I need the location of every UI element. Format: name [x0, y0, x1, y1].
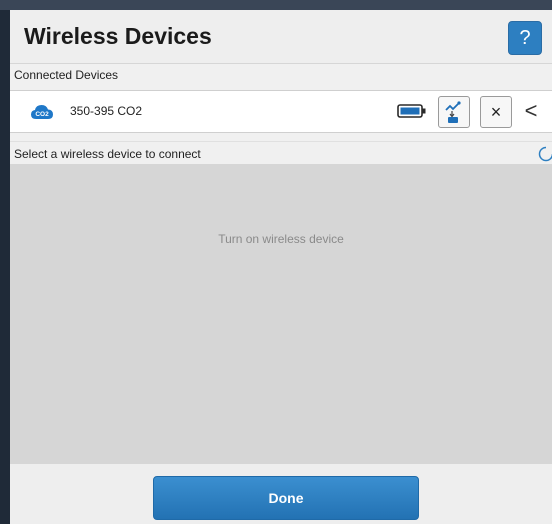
window-left-edge	[0, 10, 10, 524]
graph-transfer-button[interactable]	[438, 96, 470, 128]
select-device-header: Select a wireless device to connect	[10, 141, 552, 165]
co2-icon-label: CO2	[35, 111, 49, 118]
graph-transfer-icon	[445, 101, 461, 123]
select-device-label: Select a wireless device to connect	[14, 147, 201, 161]
back-chevron-button[interactable]: <	[518, 96, 544, 126]
disconnect-button[interactable]: ×	[480, 96, 512, 128]
window-top-strip	[0, 0, 552, 10]
turn-on-hint: Turn on wireless device	[218, 232, 344, 246]
device-name: 350-395 CO2	[70, 104, 143, 118]
dialog-header: Wireless Devices ?	[10, 10, 552, 64]
header-divider	[10, 63, 552, 64]
connected-device-row[interactable]: CO2 350-395 CO2 × <	[10, 90, 552, 133]
connected-devices-label: Connected Devices	[14, 68, 119, 82]
wireless-devices-dialog: Wireless Devices ? Connected Devices CO2…	[10, 10, 552, 524]
done-button[interactable]: Done	[153, 476, 419, 520]
battery-icon	[397, 104, 426, 118]
dialog-footer: Done	[10, 464, 552, 524]
available-devices-list: Turn on wireless device	[10, 164, 552, 464]
co2-sensor-icon: CO2	[31, 105, 53, 119]
loading-spinner-icon	[538, 146, 552, 162]
help-button[interactable]: ?	[508, 21, 542, 55]
dialog-title: Wireless Devices	[24, 23, 212, 49]
